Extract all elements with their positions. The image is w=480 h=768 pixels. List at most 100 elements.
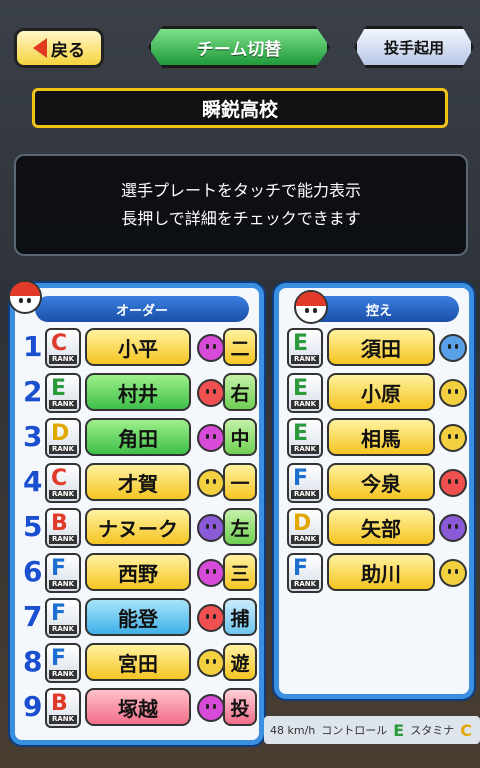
rank-label: RANK — [291, 580, 319, 589]
position-badge[interactable]: 右 — [223, 373, 257, 411]
player-name-plate[interactable]: 西野 — [85, 553, 191, 591]
order-row[interactable]: 5 B RANK ナヌーク左 — [23, 508, 257, 548]
rank-badge: F RANK — [45, 553, 81, 593]
order-row[interactable]: 3 D RANK 角田中 — [23, 418, 257, 458]
player-name-plate[interactable]: 能登 — [85, 598, 191, 636]
player-name-plate[interactable]: 才賀 — [85, 463, 191, 501]
bench-mascot-icon — [294, 290, 328, 324]
rank-label: RANK — [49, 490, 77, 499]
school-name-bar: 瞬鋭高校 — [32, 88, 448, 128]
order-row[interactable]: 2 E RANK 村井右 — [23, 373, 257, 413]
order-number: 1 — [23, 330, 43, 363]
pitcher-usage-button[interactable]: 投手起用 — [354, 26, 474, 68]
position-badge[interactable]: 二 — [223, 328, 257, 366]
player-name-plate[interactable]: ナヌーク — [85, 508, 191, 546]
back-button-label: 戻る — [51, 40, 85, 61]
bench-row[interactable]: E RANK 須田 — [287, 328, 467, 368]
player-name-plate[interactable]: 小平 — [85, 328, 191, 366]
bench-row[interactable]: F RANK 今泉 — [287, 463, 467, 503]
order-row[interactable]: 1 C RANK 小平二 — [23, 328, 257, 368]
back-button[interactable]: 戻る — [14, 28, 104, 68]
position-badge[interactable]: 捕 — [223, 598, 257, 636]
order-number: 6 — [23, 555, 43, 588]
rank-badge: F RANK — [287, 463, 323, 503]
rank-badge: D RANK — [45, 418, 81, 458]
rank-badge: E RANK — [287, 373, 323, 413]
bench-panel-title: 控え — [365, 303, 392, 319]
player-name-plate[interactable]: 助川 — [327, 553, 435, 591]
rank-letter: F — [51, 646, 67, 671]
rank-label: RANK — [291, 535, 319, 544]
bench-row[interactable]: E RANK 小原 — [287, 373, 467, 413]
player-name-plate[interactable]: 須田 — [327, 328, 435, 366]
bench-row[interactable]: F RANK 助川 — [287, 553, 467, 593]
position-badge[interactable]: 三 — [223, 553, 257, 591]
info-box: 選手プレートをタッチで能力表示 長押しで詳細をチェックできます — [14, 154, 468, 256]
mood-best-icon — [197, 424, 225, 452]
player-name-plate[interactable]: 小原 — [327, 373, 435, 411]
order-panel-title: オーダー — [115, 303, 168, 319]
order-number: 3 — [23, 420, 43, 453]
mood-normal-icon — [439, 424, 467, 452]
player-name-plate[interactable]: 宮田 — [85, 643, 191, 681]
order-row[interactable]: 7 F RANK 能登捕 — [23, 598, 257, 638]
order-row[interactable]: 4 C RANK 才賀一 — [23, 463, 257, 503]
player-name-plate[interactable]: 矢部 — [327, 508, 435, 546]
mascot-icon — [8, 280, 42, 314]
rank-badge: F RANK — [287, 553, 323, 593]
position-badge[interactable]: 左 — [223, 508, 257, 546]
order-row[interactable]: 9 B RANK 塚越投 — [23, 688, 257, 728]
player-name-plate[interactable]: 今泉 — [327, 463, 435, 501]
stamina-grade: C — [460, 720, 472, 740]
rank-letter: E — [293, 421, 309, 446]
rank-label: RANK — [291, 490, 319, 499]
rank-badge: F RANK — [45, 598, 81, 638]
mood-good-icon — [197, 604, 225, 632]
mood-normal-icon — [197, 649, 225, 677]
rank-badge: D RANK — [287, 508, 323, 548]
position-badge[interactable]: 投 — [223, 688, 257, 726]
order-row[interactable]: 8 F RANK 宮田遊 — [23, 643, 257, 683]
rank-badge: E RANK — [287, 328, 323, 368]
mood-best-icon — [197, 334, 225, 362]
pitcher-stats-strip: 48 km/h コントロール E スタミナ C — [264, 716, 480, 744]
rank-badge: F RANK — [45, 643, 81, 683]
speed-value: 48 km/h — [270, 723, 316, 737]
control-label: コントロール — [321, 724, 388, 737]
rank-letter: C — [51, 466, 68, 491]
player-name-plate[interactable]: 塚越 — [85, 688, 191, 726]
back-arrow-icon — [33, 38, 47, 58]
mood-bad-icon — [439, 514, 467, 542]
rank-label: RANK — [291, 355, 319, 364]
rank-letter: D — [293, 511, 312, 536]
mood-best-icon — [197, 559, 225, 587]
bench-row[interactable]: E RANK 相馬 — [287, 418, 467, 458]
bench-row[interactable]: D RANK 矢部 — [287, 508, 467, 548]
order-row[interactable]: 6 F RANK 西野三 — [23, 553, 257, 593]
mood-normal-icon — [439, 379, 467, 407]
rank-label: RANK — [49, 670, 77, 679]
batting-order-panel: オーダー 1 C RANK 小平二 2 E RANK 村井右 3 D RANK 角田中 4 C RANK 才賀… — [10, 283, 264, 745]
rank-letter: E — [51, 376, 67, 401]
team-switch-button[interactable]: チーム切替 — [148, 26, 330, 68]
player-name-plate[interactable]: 相馬 — [327, 418, 435, 456]
order-number: 5 — [23, 510, 43, 543]
school-name: 瞬鋭高校 — [201, 98, 278, 121]
position-badge[interactable]: 一 — [223, 463, 257, 501]
player-name-plate[interactable]: 村井 — [85, 373, 191, 411]
mood-normal-icon — [197, 469, 225, 497]
rank-label: RANK — [291, 400, 319, 409]
position-badge[interactable]: 遊 — [223, 643, 257, 681]
rank-letter: E — [293, 331, 309, 356]
mood-worst-icon — [439, 334, 467, 362]
position-badge[interactable]: 中 — [223, 418, 257, 456]
rank-label: RANK — [49, 445, 77, 454]
player-name-plate[interactable]: 角田 — [85, 418, 191, 456]
rank-badge: C RANK — [45, 328, 81, 368]
mood-good-icon — [439, 469, 467, 497]
info-line-2: 長押しで詳細をチェックできます — [121, 209, 361, 228]
mood-normal-icon — [439, 559, 467, 587]
team-switch-label: チーム切替 — [196, 39, 282, 60]
order-number: 9 — [23, 690, 43, 723]
rank-label: RANK — [49, 400, 77, 409]
